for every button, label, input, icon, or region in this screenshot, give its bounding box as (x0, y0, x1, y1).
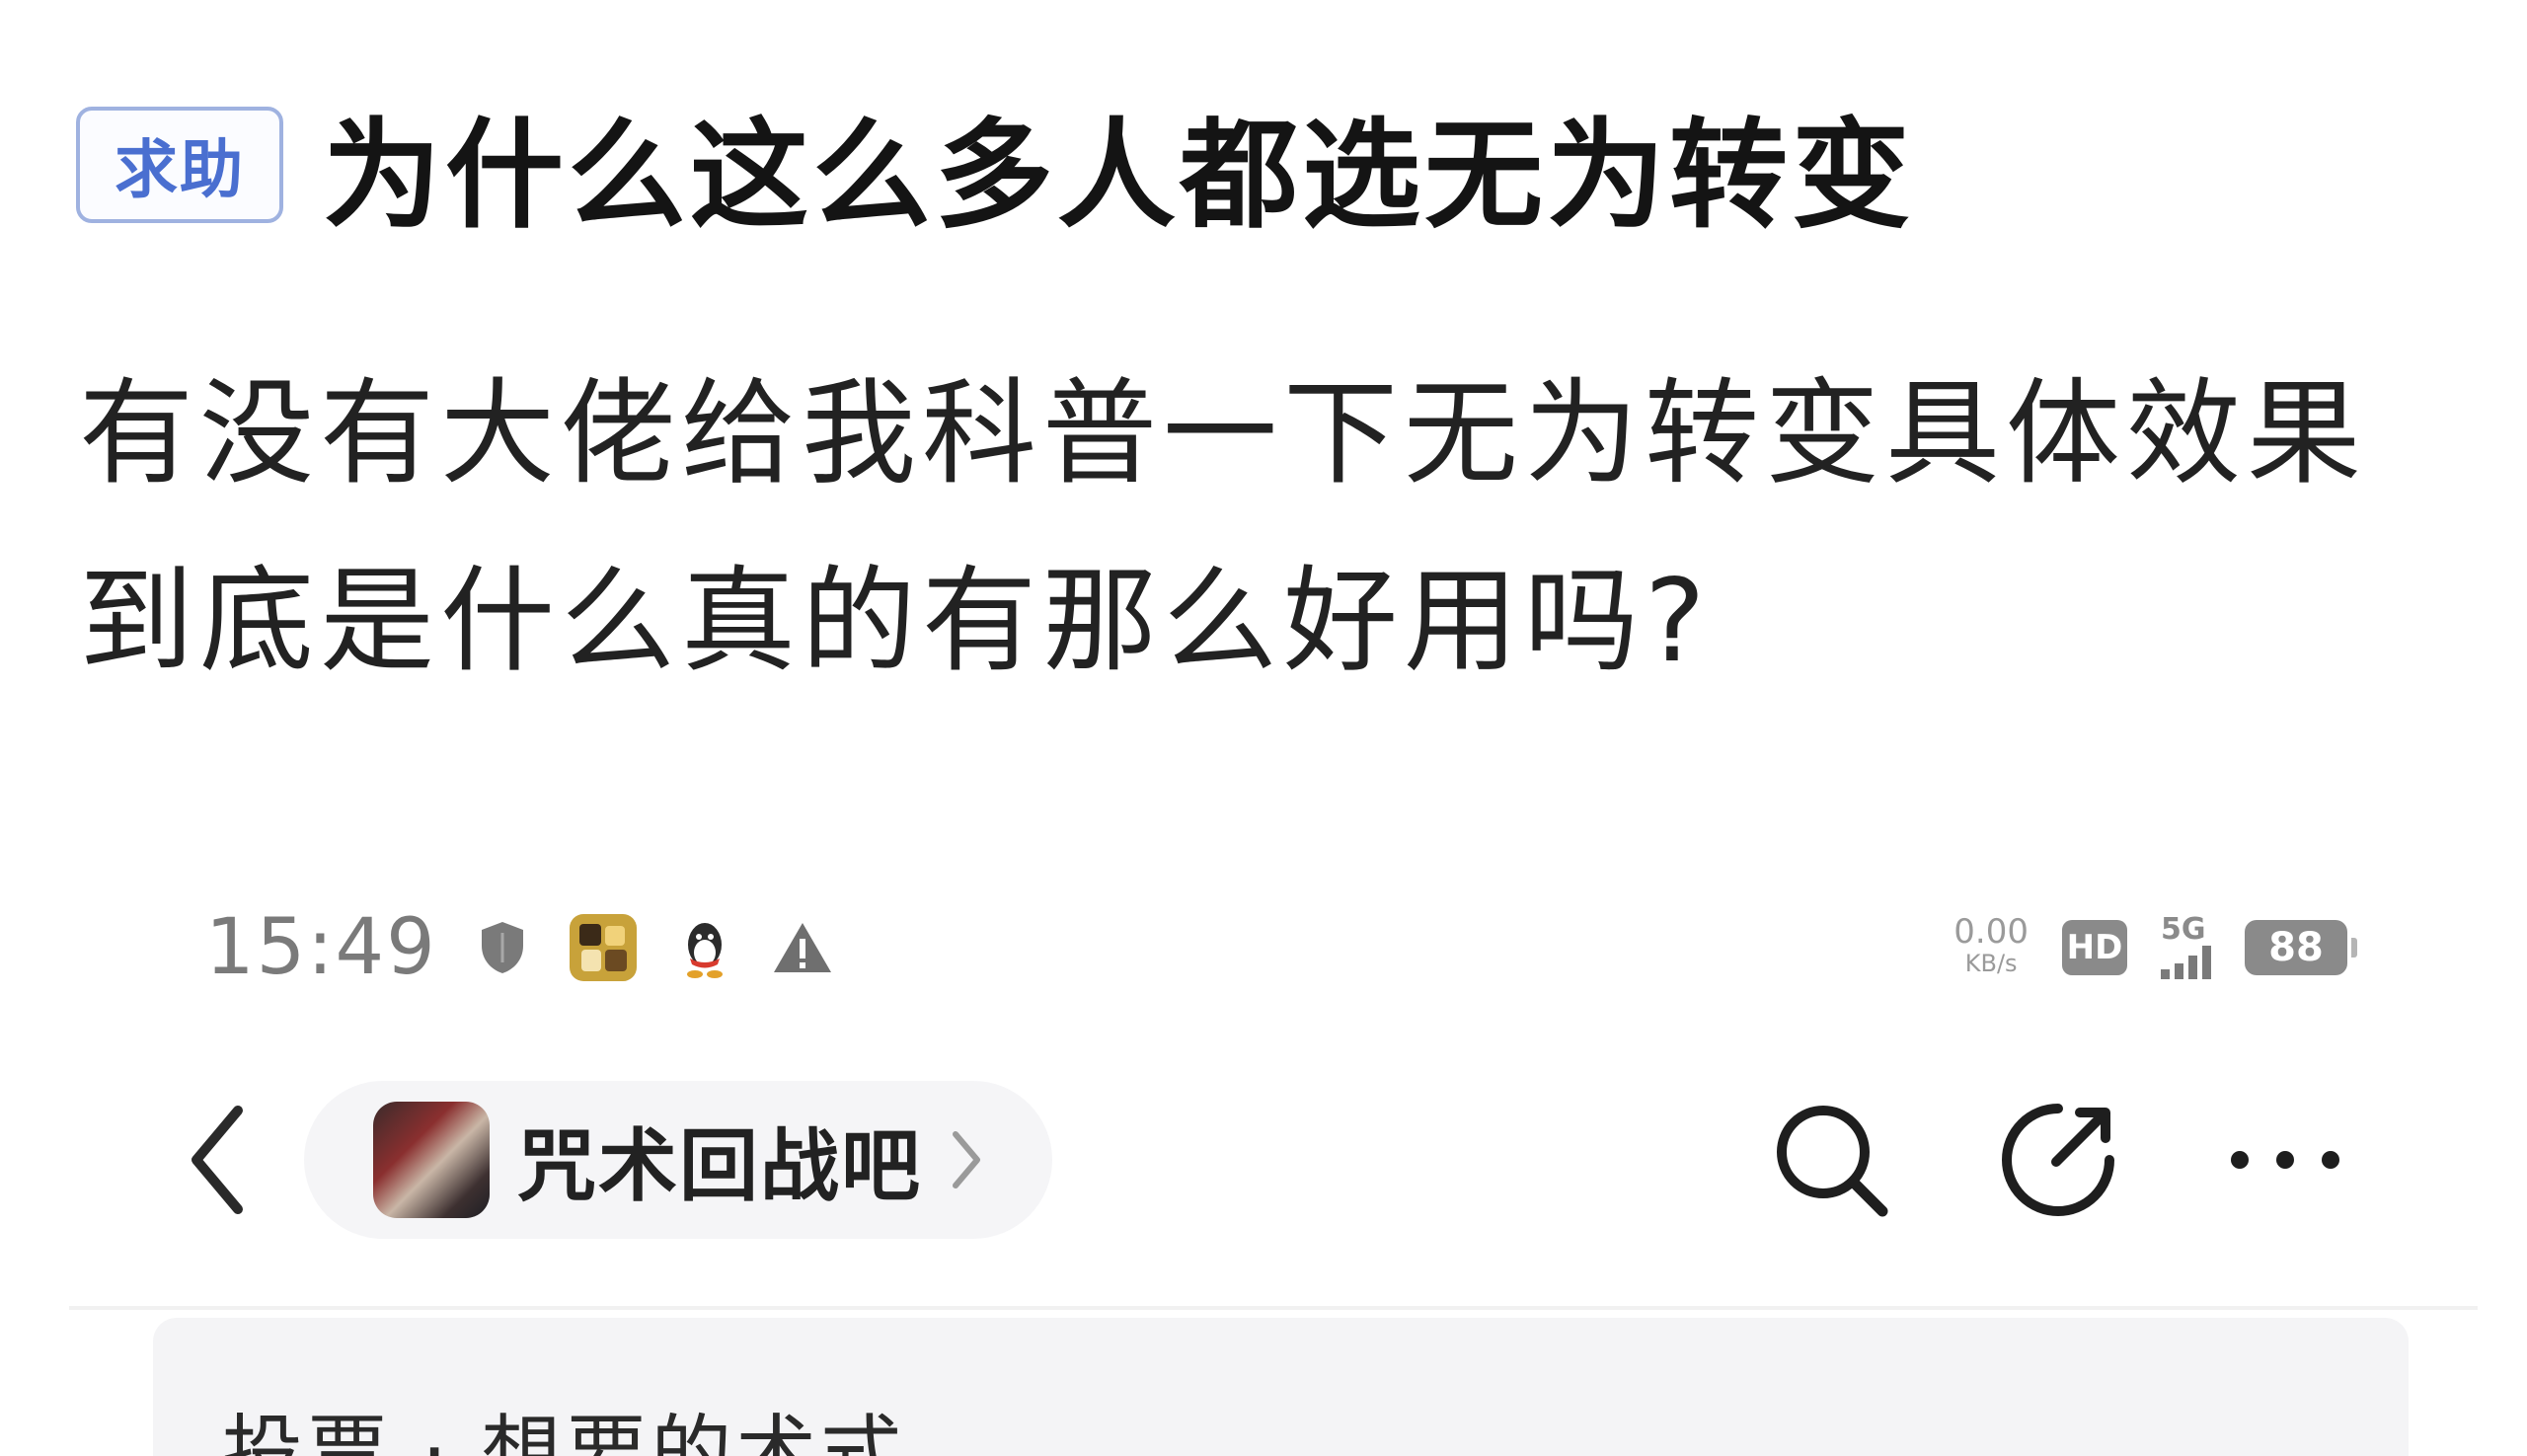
divider (69, 1306, 2478, 1310)
chevron-left-icon (191, 1106, 243, 1214)
network-speed-value: 0.00 (1953, 912, 2029, 952)
forum-name: 咒术回战吧 (517, 1120, 922, 1212)
network-type-label: 5G (2161, 912, 2206, 947)
more-button[interactable] (2221, 1096, 2349, 1224)
forum-nav-bar: 咒术回战吧 (158, 1076, 2369, 1244)
network-speed: 0.00 KB/s (1953, 912, 2029, 979)
post-title: 为什么这么多人都选无为转变 (323, 108, 1914, 245)
chevron-right-icon (950, 1128, 983, 1191)
signal-bars (2161, 944, 2211, 979)
battery-icon: 88 (2245, 920, 2357, 975)
post-tag-badge[interactable]: 求助 (76, 107, 283, 223)
share-button[interactable] (1994, 1096, 2122, 1224)
status-right-group: 0.00 KB/s HD 5G 88 (1953, 912, 2357, 979)
forum-chip[interactable]: 咒术回战吧 (304, 1081, 1052, 1239)
shield-icon (477, 919, 528, 976)
game-app-icon (568, 912, 639, 983)
forum-avatar (373, 1102, 490, 1218)
post-body-line: 到底是什么真的有那么好用吗? (79, 555, 1712, 688)
nav-actions (1767, 1096, 2349, 1224)
post-title-row: 求助 为什么这么多人都选无为转变 (76, 79, 1914, 251)
back-button[interactable] (158, 1091, 276, 1229)
post-body: 有没有大佬给我科普一下无为转变具体效果 到底是什么真的有那么好用吗? (79, 341, 2468, 716)
signal-icon: 5G (2161, 912, 2211, 979)
qq-penguin-icon (678, 915, 731, 980)
warning-icon (771, 919, 834, 976)
search-button[interactable] (1767, 1096, 1895, 1224)
post-body-line: 有没有大佬给我科普一下无为转变具体效果 (79, 367, 2367, 500)
more-icon (2231, 1151, 2339, 1169)
share-icon (2002, 1104, 2114, 1216)
hd-voice-icon: HD (2062, 920, 2127, 975)
network-speed-unit: KB/s (1964, 950, 2018, 977)
vote-card-title: 投票 · 想要的术式 (222, 1407, 906, 1456)
search-icon (1777, 1106, 1888, 1217)
status-time: 15:49 (205, 903, 437, 992)
status-bar: 15:49 0.00 KB/s HD 5G 88 (205, 898, 2357, 997)
vote-card[interactable]: 投票 · 想要的术式 (153, 1318, 2409, 1456)
